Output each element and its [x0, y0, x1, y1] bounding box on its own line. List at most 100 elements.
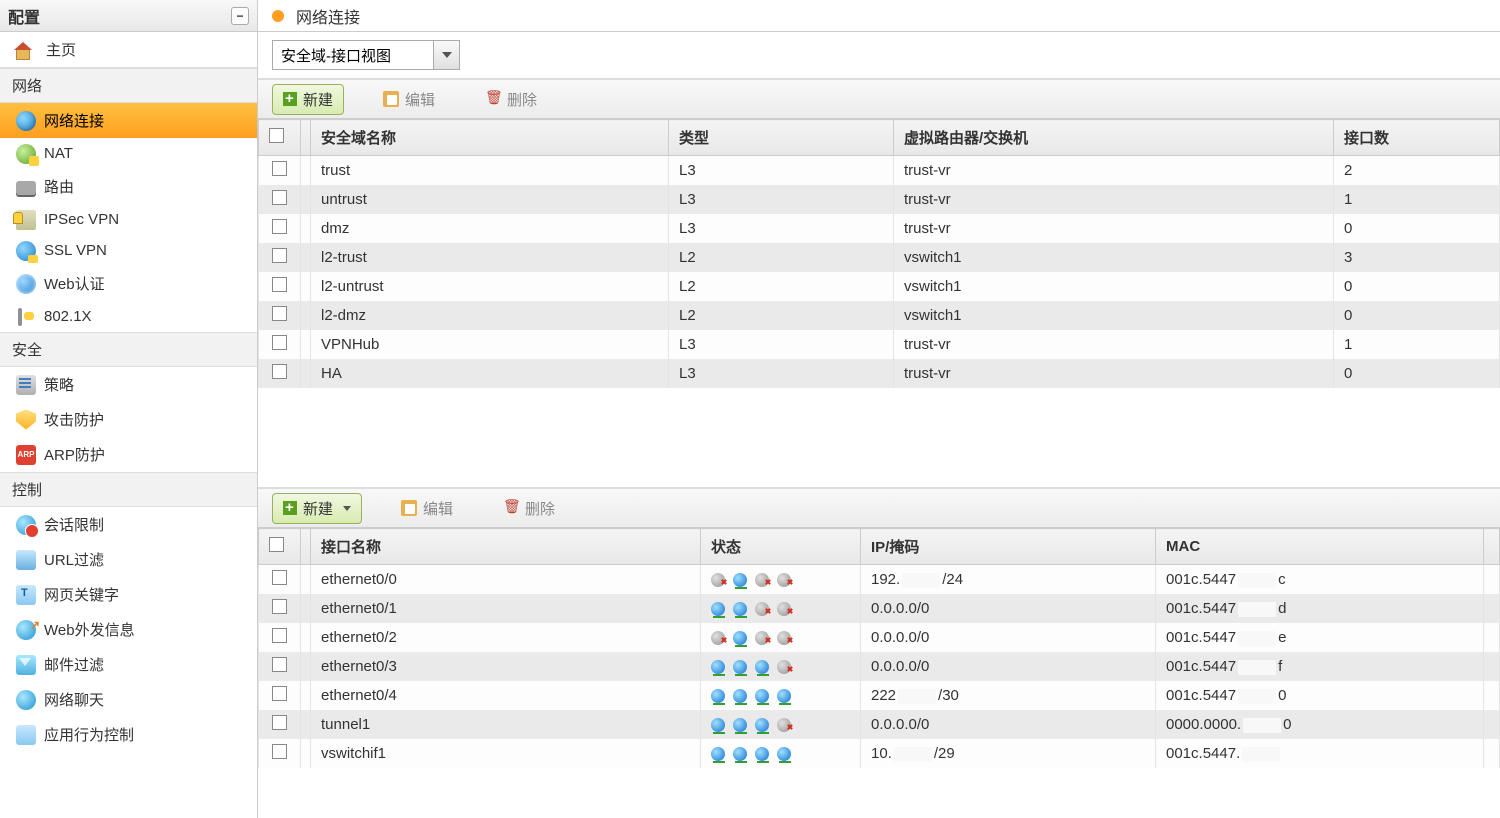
view-select-value[interactable]: [273, 41, 433, 69]
sidebar-item-网页关键字[interactable]: 网页关键字: [0, 577, 257, 612]
col-type[interactable]: 类型: [669, 120, 894, 156]
sidebar-item-URL过滤[interactable]: URL过滤: [0, 542, 257, 577]
row-checkbox[interactable]: [272, 686, 287, 701]
row-checkbox[interactable]: [272, 277, 287, 292]
view-filter-bar: [258, 32, 1500, 79]
sidebar-item-Web认证[interactable]: Web认证: [0, 266, 257, 301]
row-checkbox[interactable]: [272, 744, 287, 759]
interface-toolbar: 新建 编辑 删除: [258, 488, 1500, 528]
cell-extra: [1484, 739, 1500, 768]
table-row[interactable]: ethernet0/4222/30001c.54470: [259, 681, 1500, 710]
sidebar-item-ARP防护[interactable]: ARPARP防护: [0, 437, 257, 472]
cell-type: L3: [669, 359, 894, 388]
sidebar-item-网络连接[interactable]: 网络连接: [0, 103, 257, 138]
dropdown-icon[interactable]: [433, 41, 459, 69]
keyword-icon: [16, 585, 36, 605]
col-status[interactable]: 状态: [701, 529, 861, 565]
row-checkbox[interactable]: [272, 715, 287, 730]
row-checkbox[interactable]: [272, 364, 287, 379]
sidebar-home[interactable]: 主页: [0, 32, 257, 68]
table-row[interactable]: HAL3trust-vr0: [259, 359, 1500, 388]
select-all-header[interactable]: [259, 120, 301, 156]
status-orb-icon: [711, 689, 725, 703]
interface-delete-button[interactable]: 删除: [492, 493, 566, 524]
cell-zone-name: trust: [311, 156, 669, 186]
sidebar-item-应用行为控制[interactable]: 应用行为控制: [0, 717, 257, 752]
row-checkbox[interactable]: [272, 570, 287, 585]
cell-if-name: ethernet0/4: [311, 681, 701, 710]
sidebar-item-网络聊天[interactable]: 网络聊天: [0, 682, 257, 717]
zone-new-button[interactable]: 新建: [272, 84, 344, 115]
sidebar-collapse-button[interactable]: −: [231, 7, 249, 25]
col-vr[interactable]: 虚拟路由器/交换机: [894, 120, 1334, 156]
select-all-header[interactable]: [259, 529, 301, 565]
row-checkbox[interactable]: [272, 628, 287, 643]
cell-count: 0: [1334, 272, 1500, 301]
interface-edit-button[interactable]: 编辑: [390, 493, 464, 524]
row-checkbox[interactable]: [272, 657, 287, 672]
table-row[interactable]: l2-untrustL2vswitch10: [259, 272, 1500, 301]
row-checkbox[interactable]: [272, 306, 287, 321]
sidebar-item-SSL VPN[interactable]: SSL VPN: [0, 235, 257, 266]
status-orb-icon: [777, 718, 791, 732]
checkbox-icon[interactable]: [269, 128, 284, 143]
cell-vr: trust-vr: [894, 330, 1334, 359]
checkbox-icon[interactable]: [269, 537, 284, 552]
sidebar-item-邮件过滤[interactable]: 邮件过滤: [0, 647, 257, 682]
cell-count: 2: [1334, 156, 1500, 186]
cell-count: 1: [1334, 330, 1500, 359]
table-row[interactable]: ethernet0/20.0.0.0/0001c.5447e: [259, 623, 1500, 652]
sidebar-item-label: NAT: [44, 145, 73, 162]
table-row[interactable]: ethernet0/0192./24001c.5447c: [259, 565, 1500, 595]
row-checkbox[interactable]: [272, 161, 287, 176]
sidebar-item-会话限制[interactable]: 会话限制: [0, 507, 257, 542]
table-row[interactable]: dmzL3trust-vr0: [259, 214, 1500, 243]
table-row[interactable]: vswitchif110./29001c.5447.: [259, 739, 1500, 768]
row-checkbox[interactable]: [272, 248, 287, 263]
cell-extra: [1484, 623, 1500, 652]
sidebar-item-label: 路由: [44, 176, 74, 197]
status-orb-icon: [755, 631, 769, 645]
btn-label: 编辑: [405, 89, 435, 110]
sidebar-item-Web外发信息[interactable]: Web外发信息: [0, 612, 257, 647]
zone-edit-button[interactable]: 编辑: [372, 84, 446, 115]
table-row[interactable]: ethernet0/30.0.0.0/0001c.5447f: [259, 652, 1500, 681]
row-checkbox[interactable]: [272, 190, 287, 205]
zone-delete-button[interactable]: 删除: [474, 84, 548, 115]
cell-count: 3: [1334, 243, 1500, 272]
sidebar-item-策略[interactable]: 策略: [0, 367, 257, 402]
sidebar-item-攻击防护[interactable]: 攻击防护: [0, 402, 257, 437]
sidebar-item-NAT[interactable]: NAT: [0, 138, 257, 169]
table-row[interactable]: tunnel10.0.0.0/00000.0000.0: [259, 710, 1500, 739]
cell-vr: vswitch1: [894, 272, 1334, 301]
table-row[interactable]: l2-trustL2vswitch13: [259, 243, 1500, 272]
table-row[interactable]: l2-dmzL2vswitch10: [259, 301, 1500, 330]
table-row[interactable]: ethernet0/10.0.0.0/0001c.5447d: [259, 594, 1500, 623]
col-count[interactable]: 接口数: [1334, 120, 1500, 156]
row-checkbox[interactable]: [272, 219, 287, 234]
sidebar-item-路由[interactable]: 路由: [0, 169, 257, 204]
status-orb-icon: [711, 631, 725, 645]
view-select[interactable]: [272, 40, 460, 70]
table-row[interactable]: untrustL3trust-vr1: [259, 185, 1500, 214]
col-mac[interactable]: MAC: [1156, 529, 1484, 565]
col-zone-name[interactable]: 安全域名称: [311, 120, 669, 156]
row-checkbox[interactable]: [272, 335, 287, 350]
page-titlebar: 网络连接: [258, 0, 1500, 32]
cell-zone-name: l2-dmz: [311, 301, 669, 330]
table-row[interactable]: VPNHubL3trust-vr1: [259, 330, 1500, 359]
interface-new-button[interactable]: 新建: [272, 493, 362, 524]
cell-zone-name: HA: [311, 359, 669, 388]
sidebar-item-IPSec VPN[interactable]: IPSec VPN: [0, 204, 257, 235]
status-orb-icon: [733, 660, 747, 674]
table-row[interactable]: trustL3trust-vr2: [259, 156, 1500, 186]
col-ip[interactable]: IP/掩码: [861, 529, 1156, 565]
col-if-name[interactable]: 接口名称: [311, 529, 701, 565]
row-checkbox[interactable]: [272, 599, 287, 614]
sidebar-item-label: 网络连接: [44, 110, 104, 131]
sidebar-item-802.1X[interactable]: 802.1X: [0, 301, 257, 332]
cell-extra: [1484, 594, 1500, 623]
sidebar: 配置 − 主页 网络网络连接NAT路由IPSec VPNSSL VPNWeb认证…: [0, 0, 258, 818]
cell-if-name: ethernet0/0: [311, 565, 701, 595]
cell-ip: 222/30: [861, 681, 1156, 710]
